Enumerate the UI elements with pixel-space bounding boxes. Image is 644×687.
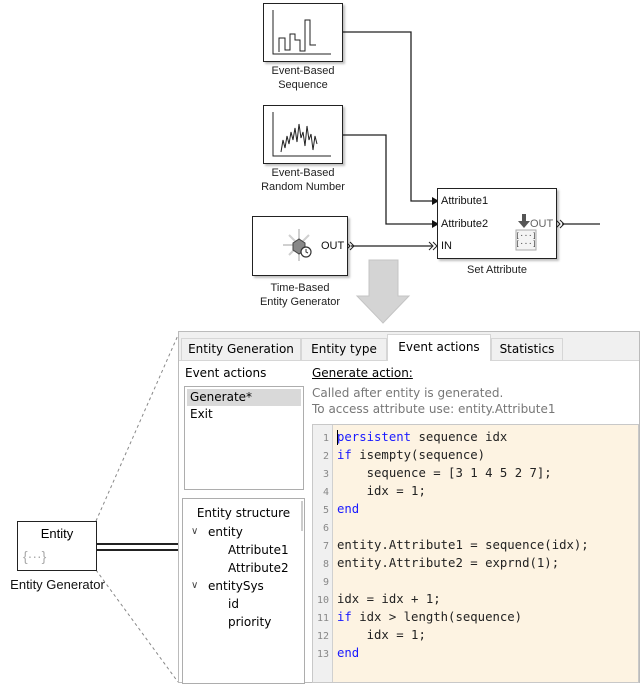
entity-braces-icon: {···} [23,548,47,564]
entity-generator-icon [283,229,312,261]
entity-structure-panel: Entity structure ∨ entity Attribute1 Att… [182,498,305,684]
event-based-sequence-block[interactable] [263,3,343,62]
code-line: end [337,646,359,660]
set-attr-port-in: IN [441,240,452,252]
code-keyword: if [337,448,352,462]
svg-text:[···]: [···] [515,232,536,240]
block-parameters-dialog: Entity Generation Entity type Event acti… [178,331,640,684]
line-number: 5 [322,505,329,516]
entity-generator-label: Entity Generator [10,577,105,592]
tree-node-entity[interactable]: entity [208,525,243,539]
code-keyword: persistent [337,430,412,444]
code-line: sequence = [3 1 4 5 2 7]; [366,466,552,480]
tree-node-attribute2[interactable]: Attribute2 [228,561,289,575]
code-editor[interactable]: 1 2 3 4 5 6 7 8 9 10 11 12 13 persistent sequence id… [312,424,639,683]
hint-line-1: Called after entity is generated. [312,386,504,400]
line-number: 3 [322,469,329,480]
entity-structure-title: Entity structure [196,506,291,520]
set-attr-port-attribute2: Attribute2 [441,218,489,230]
event-action-generate[interactable]: Generate* [187,389,301,406]
tab-event-actions[interactable]: Event actions [387,334,491,361]
code-line: if isempty(sequence) [337,448,486,462]
tree-node-id[interactable]: id [228,597,239,611]
line-number-gutter: 1 2 3 4 5 6 7 8 9 10 11 12 13 [313,425,333,682]
time-gen-out-port: OUT [321,240,345,252]
line-number: 10 [316,595,329,606]
zoom-callout-line-top [95,332,180,522]
line-number: 6 [322,523,329,534]
svg-text:[···]: [···] [515,240,536,248]
hint-line-2: To access attribute use: entity.Attribut… [312,402,556,416]
code-line: idx = idx + 1; [337,592,441,606]
event-actions-label: Event actions [185,366,267,380]
sequence-block-label: Event-Based Sequence [271,65,335,91]
line-number: 11 [316,613,329,624]
code-line: if idx > length(sequence) [337,610,523,624]
line-number: 12 [316,631,329,642]
time-based-entity-generator-block[interactable]: OUT [252,216,348,276]
line-number: 7 [322,541,329,552]
tree-node-attribute1[interactable]: Attribute1 [228,543,289,557]
sequence-plot-icon [272,10,331,55]
set-attr-block-label: Set Attribute [467,264,527,276]
code-line: idx = 1; [366,628,426,642]
code-keyword: end [337,502,360,516]
tree-scrollbar[interactable] [301,501,303,531]
line-number: 9 [322,577,329,588]
generate-action-heading: Generate action: [312,366,413,380]
set-attr-port-attribute1: Attribute1 [441,195,489,207]
set-attribute-icon: [···] [···] [515,214,537,251]
line-number: 1 [322,433,329,444]
tab-entity-type[interactable]: Entity type [301,338,387,360]
line-number: 8 [322,559,329,570]
tree-chevron-entitysys-icon[interactable]: ∨ [191,580,198,591]
event-actions-list[interactable]: Generate* Exit [184,386,304,490]
code-keyword: end [337,646,360,660]
tree-node-entitysys[interactable]: entitySys [208,579,264,593]
tree-chevron-entity-icon[interactable]: ∨ [191,526,198,537]
tab-entity-generation[interactable]: Entity Generation [181,338,301,360]
random-block-label: Event-Based Random Number [261,167,345,193]
code-line: persistent sequence idx [337,430,508,444]
line-number: 2 [322,451,329,462]
code-line: idx = 1; [366,484,426,498]
code-keyword: if [337,610,352,624]
line-number: 4 [322,487,329,498]
tab-statistics[interactable]: Statistics [491,338,563,360]
random-plot-icon [272,112,331,157]
event-based-random-number-block[interactable] [263,105,343,164]
event-action-exit[interactable]: Exit [187,406,301,423]
code-line: entity.Attribute1 = sequence(idx); [337,538,589,552]
tree-node-priority[interactable]: priority [228,615,271,629]
entity-generator-title: Entity [40,526,74,541]
set-attribute-block[interactable]: Attribute1 Attribute2 IN OUT [···] [···] [437,188,557,259]
code-line: end [337,502,359,516]
entity-generator-block[interactable]: Entity {···} [17,521,97,571]
time-gen-block-label: Time-Based Entity Generator [259,282,341,308]
line-number: 13 [316,649,329,660]
code-line: entity.Attribute2 = exprnd(1); [337,556,560,570]
